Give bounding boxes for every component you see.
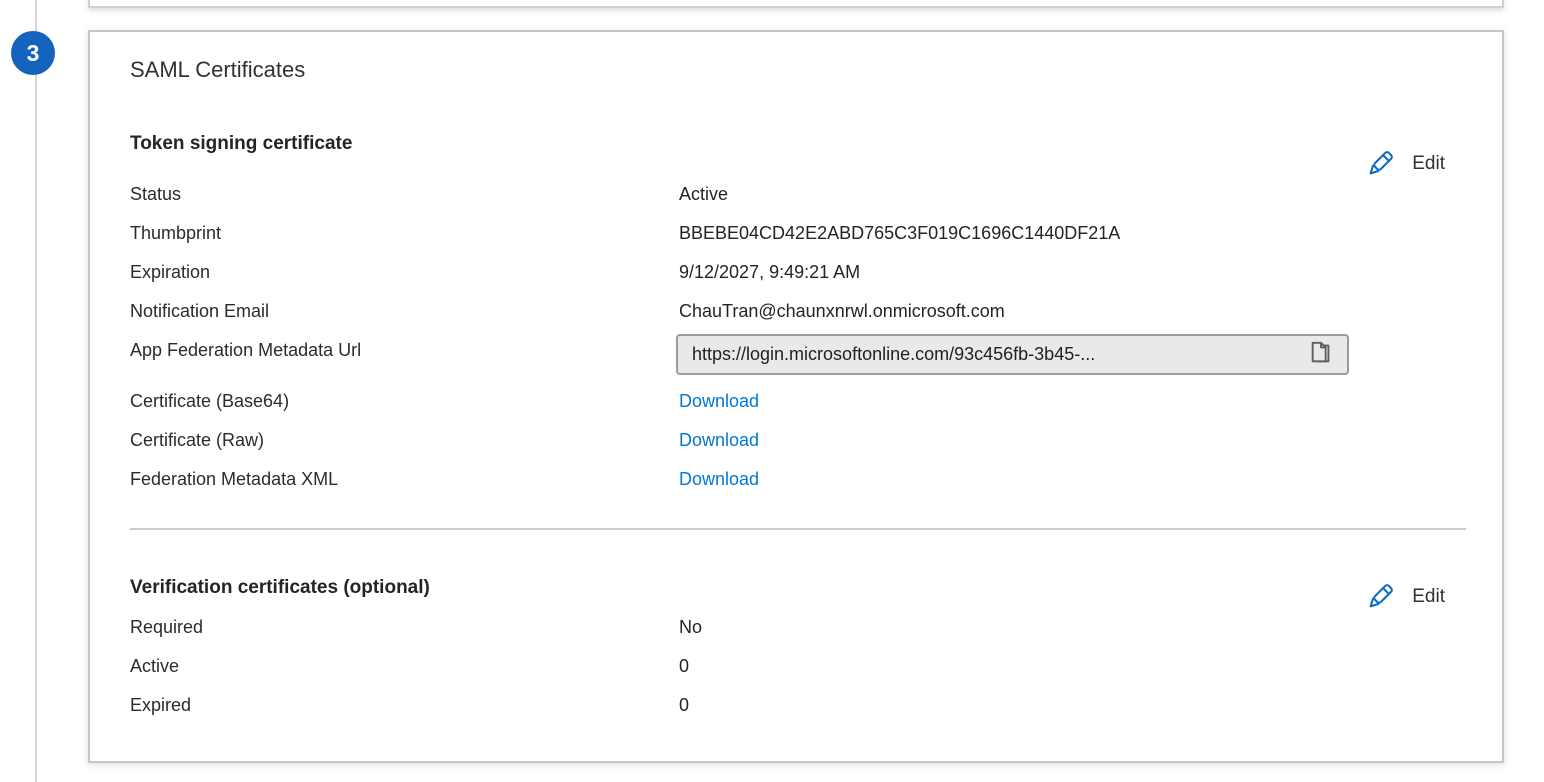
step-connector-line [35,0,37,782]
required-value: No [679,616,702,639]
expired-count-label: Expired [130,694,679,717]
expiration-value: 9/12/2027, 9:49:21 AM [679,261,860,284]
edit-pencil-icon [1364,579,1397,614]
token-certificate-edit-button[interactable]: Edit [1364,146,1445,181]
metadata-url-value[interactable]: https://login.microsoftonline.com/93c456… [692,344,1305,365]
notification-email-row: Notification Email ChauTran@chaunxnrwl.o… [130,300,1462,323]
copy-icon [1308,338,1334,371]
expired-count-value: 0 [679,694,689,717]
certificate-base64-download-link[interactable]: Download [679,390,759,413]
status-value: Active [679,183,728,206]
thumbprint-value: BBEBE04CD42E2ABD765C3F019C1696C1440DF21A [679,222,1120,245]
active-count-row: Active 0 [130,655,1462,678]
previous-card-edge [88,0,1504,8]
certificate-raw-row: Certificate (Raw) Download [130,429,1462,452]
active-count-value: 0 [679,655,689,678]
thumbprint-label: Thumbprint [130,222,679,245]
edit-pencil-icon [1364,146,1397,181]
expiration-label: Expiration [130,261,679,284]
thumbprint-row: Thumbprint BBEBE04CD42E2ABD765C3F019C169… [130,222,1462,245]
active-count-label: Active [130,655,679,678]
certificate-raw-label: Certificate (Raw) [130,429,679,452]
card-title: SAML Certificates [130,57,305,83]
expiration-row: Expiration 9/12/2027, 9:49:21 AM [130,261,1462,284]
notification-email-label: Notification Email [130,300,679,323]
certificate-base64-label: Certificate (Base64) [130,390,679,413]
required-label: Required [130,616,679,639]
federation-metadata-xml-download-link[interactable]: Download [679,468,759,491]
certificate-base64-row: Certificate (Base64) Download [130,390,1462,413]
token-signing-certificate-heading: Token signing certificate [130,133,352,155]
verification-certificates-edit-button[interactable]: Edit [1364,579,1445,614]
step-number-badge: 3 [11,31,55,75]
federation-metadata-xml-label: Federation Metadata XML [130,468,679,491]
expired-count-row: Expired 0 [130,694,1462,717]
edit-button-label: Edit [1412,586,1445,608]
copy-url-button[interactable] [1305,339,1337,371]
notification-email-value: ChauTran@chaunxnrwl.onmicrosoft.com [679,300,1005,323]
required-row: Required No [130,616,1462,639]
federation-metadata-xml-row: Federation Metadata XML Download [130,468,1462,491]
certificate-raw-download-link[interactable]: Download [679,429,759,452]
app-federation-metadata-url-label: App Federation Metadata Url [130,339,679,362]
app-federation-metadata-url-field[interactable]: https://login.microsoftonline.com/93c456… [676,334,1349,375]
saml-certificates-card: SAML Certificates Token signing certific… [88,30,1504,763]
edit-button-label: Edit [1412,153,1445,175]
status-row: Status Active [130,183,1462,206]
section-divider [130,528,1466,530]
status-label: Status [130,183,679,206]
verification-certificates-heading: Verification certificates (optional) [130,577,430,599]
